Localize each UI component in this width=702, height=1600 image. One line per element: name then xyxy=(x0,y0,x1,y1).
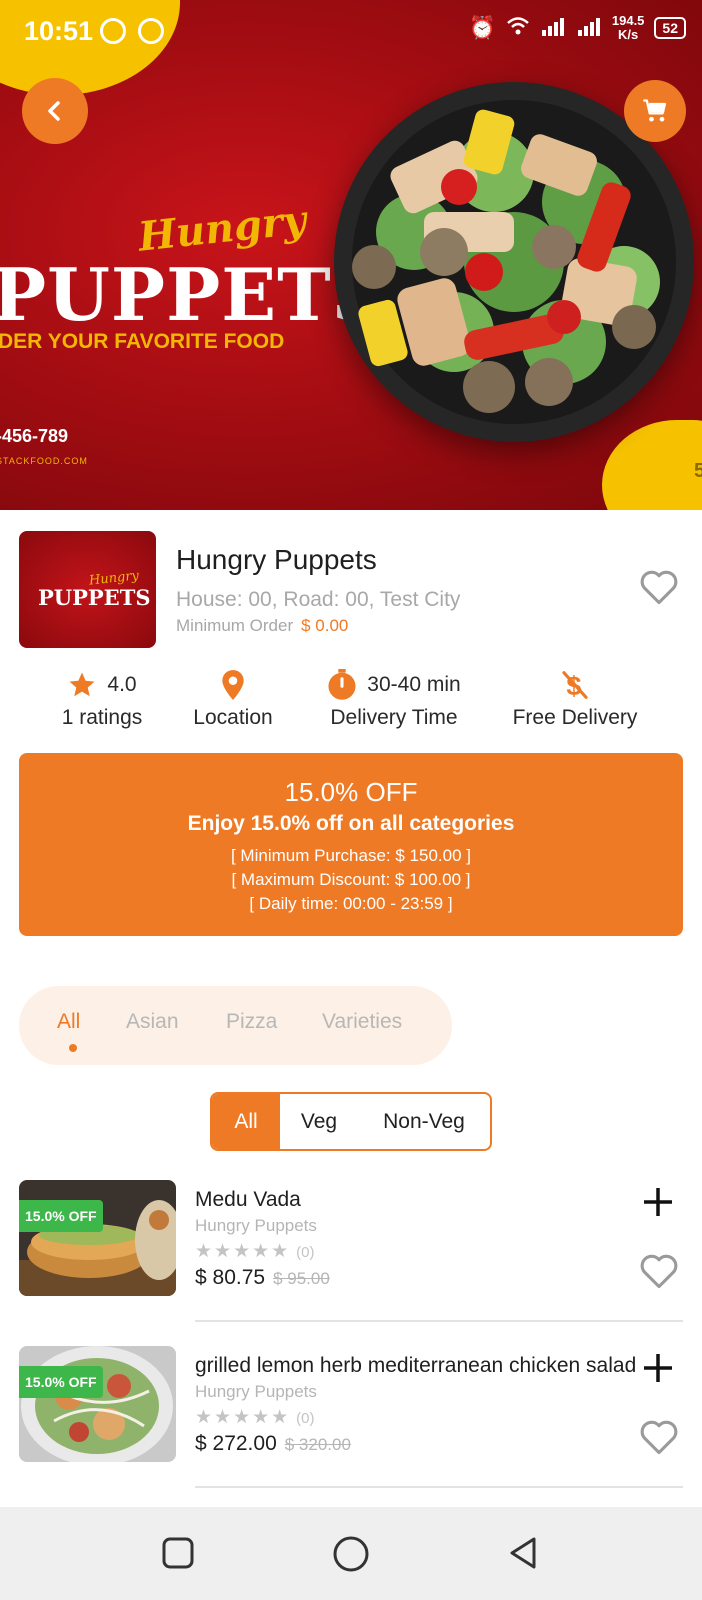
signal-icon xyxy=(540,16,566,40)
offer-min-purchase: [ Minimum Purchase: $ 150.00 ] xyxy=(230,846,471,865)
delivery-time-stat: 30-40 min Delivery Time xyxy=(318,668,470,730)
offer-max-discount: [ Maximum Discount: $ 100.00 ] xyxy=(231,870,471,889)
restaurant-stats: 4.0 1 ratings Location 30-40 min Deliver… xyxy=(0,668,702,736)
product-image: 15.0% OFF xyxy=(19,1180,176,1296)
banner-brand-script: Hungry xyxy=(136,196,309,261)
offer-title: 15.0% OFF xyxy=(284,777,418,807)
star-icon xyxy=(69,672,95,697)
back-button[interactable] xyxy=(22,78,88,144)
status-bar: 10:51 ⏰ 194.5 K/s 52 xyxy=(0,0,702,64)
heart-icon xyxy=(640,1254,678,1289)
restaurant-logo: Hungry PUPPETS xyxy=(19,531,156,648)
recent-apps-button[interactable] xyxy=(160,1535,196,1576)
heart-icon xyxy=(640,1420,678,1455)
triangle-back-icon xyxy=(510,1537,536,1569)
tab-asian[interactable]: Asian xyxy=(126,1010,179,1034)
banner-brand-name: PUPPETS xyxy=(0,252,385,337)
restaurant-address: House: 00, Road: 00, Test City xyxy=(176,588,461,611)
heart-icon xyxy=(640,570,678,605)
alarm-icon: ⏰ xyxy=(468,15,496,40)
add-to-cart-button[interactable] xyxy=(640,1350,676,1386)
restaurant-cover-banner: 5 Hungry PUPPETS DER YOUR FAVORITE FOOD … xyxy=(0,0,702,510)
square-icon xyxy=(162,1537,194,1569)
favorite-product-button[interactable] xyxy=(638,1418,680,1461)
product-rating: ★★★★★ (0) xyxy=(195,1241,315,1262)
product-restaurant: Hungry Puppets xyxy=(195,1216,317,1235)
diet-filter-toggle: All Veg Non-Veg xyxy=(210,1092,492,1151)
active-tab-indicator xyxy=(69,1044,77,1052)
discount-offer-card: 15.0% OFF Enjoy 15.0% off on all categor… xyxy=(19,753,683,936)
network-speed: 194.5 K/s xyxy=(611,13,645,42)
banner-website: STACKFOOD.COM xyxy=(0,456,88,466)
banner-phone: -456-789 xyxy=(0,426,69,446)
plus-icon xyxy=(644,1354,672,1382)
circle-icon xyxy=(333,1536,369,1572)
product-restaurant: Hungry Puppets xyxy=(195,1382,317,1401)
product-price: $ 80.75 $ 95.00 xyxy=(195,1266,330,1289)
product-price: $ 272.00 $ 320.00 xyxy=(195,1432,351,1455)
category-tabs: All Asian Pizza Varieties xyxy=(19,986,452,1065)
battery-indicator: 52 xyxy=(654,17,686,39)
product-image: 15.0% OFF xyxy=(19,1346,176,1462)
cart-icon xyxy=(643,99,667,122)
discount-badge: 15.0% OFF xyxy=(19,1366,103,1398)
location-pin-icon xyxy=(222,670,244,700)
rating-stat: 4.0 1 ratings xyxy=(52,668,152,730)
minimum-order: Minimum Order $ 0.00 xyxy=(176,616,349,635)
tab-varieties[interactable]: Varieties xyxy=(322,1010,402,1034)
no-dollar-icon: $ xyxy=(562,670,588,701)
tab-pizza[interactable]: Pizza xyxy=(226,1010,277,1034)
banner-tagline: DER YOUR FAVORITE FOOD xyxy=(0,330,285,353)
cart-button[interactable] xyxy=(624,80,686,142)
discount-badge: 15.0% OFF xyxy=(19,1200,103,1232)
free-delivery-stat: $ Free Delivery xyxy=(505,668,645,730)
status-time: 10:51 xyxy=(24,16,94,46)
product-name: grilled lemon herb mediterranean chicken… xyxy=(195,1354,637,1377)
offer-daily-time: [ Daily time: 00:00 - 23:59 ] xyxy=(249,894,453,913)
favorite-product-button[interactable] xyxy=(638,1252,680,1295)
signal-icon xyxy=(576,16,602,40)
filter-veg[interactable]: Veg xyxy=(280,1094,358,1149)
divider xyxy=(195,1486,683,1488)
home-button[interactable] xyxy=(332,1535,370,1578)
messenger-icon xyxy=(138,18,164,44)
chevron-left-icon xyxy=(48,101,60,121)
location-stat[interactable]: Location xyxy=(178,668,288,730)
timer-icon xyxy=(328,669,356,700)
system-navigation-bar xyxy=(0,1507,702,1600)
back-nav-button[interactable] xyxy=(506,1535,540,1576)
restaurant-name: Hungry Puppets xyxy=(176,544,377,575)
filter-non-veg[interactable]: Non-Veg xyxy=(358,1094,490,1149)
product-rating: ★★★★★ (0) xyxy=(195,1407,315,1428)
filter-all[interactable]: All xyxy=(212,1094,280,1149)
product-card[interactable]: 15.0% OFF grilled lemon herb mediterrane… xyxy=(0,1346,702,1496)
product-card[interactable]: 15.0% OFF Medu Vada Hungry Puppets ★★★★★… xyxy=(0,1180,702,1330)
tab-all[interactable]: All xyxy=(57,1010,80,1034)
offer-subtitle: Enjoy 15.0% off on all categories xyxy=(187,812,515,835)
plus-icon xyxy=(644,1188,672,1216)
add-to-cart-button[interactable] xyxy=(640,1184,676,1220)
whatsapp-icon xyxy=(100,18,126,44)
product-name: Medu Vada xyxy=(195,1188,301,1211)
divider xyxy=(195,1320,683,1322)
favorite-restaurant-button[interactable] xyxy=(638,568,680,611)
wifi-icon xyxy=(506,16,530,40)
